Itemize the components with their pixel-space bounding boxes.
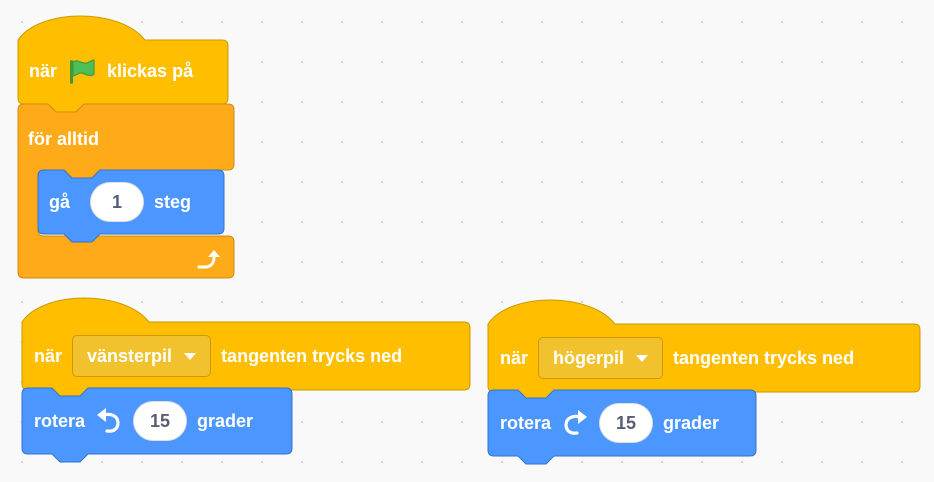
- degrees-unit-label: grader: [197, 411, 254, 431]
- rotate-left-icon: [95, 408, 123, 434]
- loop-arrow-icon: [195, 247, 221, 271]
- key-dropdown[interactable]: vänsterpil: [72, 335, 212, 377]
- when-flag-clicked-block[interactable]: när klickas på: [0, 0, 240, 113]
- hat-block-shape: [17, 15, 229, 113]
- turn-label: rotera: [34, 411, 86, 431]
- key-dropdown-value: högerpil: [553, 348, 625, 368]
- rotate-right-icon: [561, 410, 589, 436]
- when-right-key-pressed-block[interactable]: när högerpil tangenten trycks ned: [487, 292, 928, 402]
- key-dropdown[interactable]: högerpil: [538, 337, 664, 379]
- clicked-label: klickas på: [107, 61, 194, 81]
- forever-label: för alltid: [28, 129, 99, 149]
- key-pressed-label: tangenten trycks ned: [221, 346, 403, 366]
- degrees-input[interactable]: 15: [599, 403, 654, 443]
- steps-unit-label: steg: [154, 192, 192, 212]
- scripts-workspace[interactable]: när klickas på för alltid gå 1 steg när …: [0, 0, 934, 482]
- turn-right-block[interactable]: rotera 15 grader: [487, 389, 768, 470]
- script-left-arrow[interactable]: när vänsterpil tangenten trycks ned rote…: [21, 290, 482, 470]
- key-pressed-label: tangenten trycks ned: [673, 348, 855, 368]
- green-flag-icon: [67, 57, 97, 85]
- turn-label: rotera: [500, 413, 552, 433]
- turn-left-block[interactable]: rotera 15 grader: [21, 387, 302, 468]
- degrees-unit-label: grader: [663, 413, 720, 433]
- move-label: gå: [49, 192, 71, 212]
- script-green-flag[interactable]: när klickas på för alltid gå 1 steg: [0, 0, 260, 290]
- when-label: när: [29, 61, 58, 81]
- move-steps-block[interactable]: gå 1 steg: [37, 169, 228, 250]
- chevron-down-icon: [636, 354, 649, 362]
- steps-input[interactable]: 1: [90, 182, 145, 222]
- chevron-down-icon: [184, 352, 197, 360]
- script-right-arrow[interactable]: när högerpil tangenten trycks ned rotera: [487, 292, 928, 472]
- key-dropdown-value: vänsterpil: [87, 346, 173, 366]
- degrees-input[interactable]: 15: [133, 401, 188, 441]
- when-label: när: [34, 346, 63, 366]
- when-label: när: [500, 348, 529, 368]
- when-left-key-pressed-block[interactable]: när vänsterpil tangenten trycks ned: [21, 290, 482, 400]
